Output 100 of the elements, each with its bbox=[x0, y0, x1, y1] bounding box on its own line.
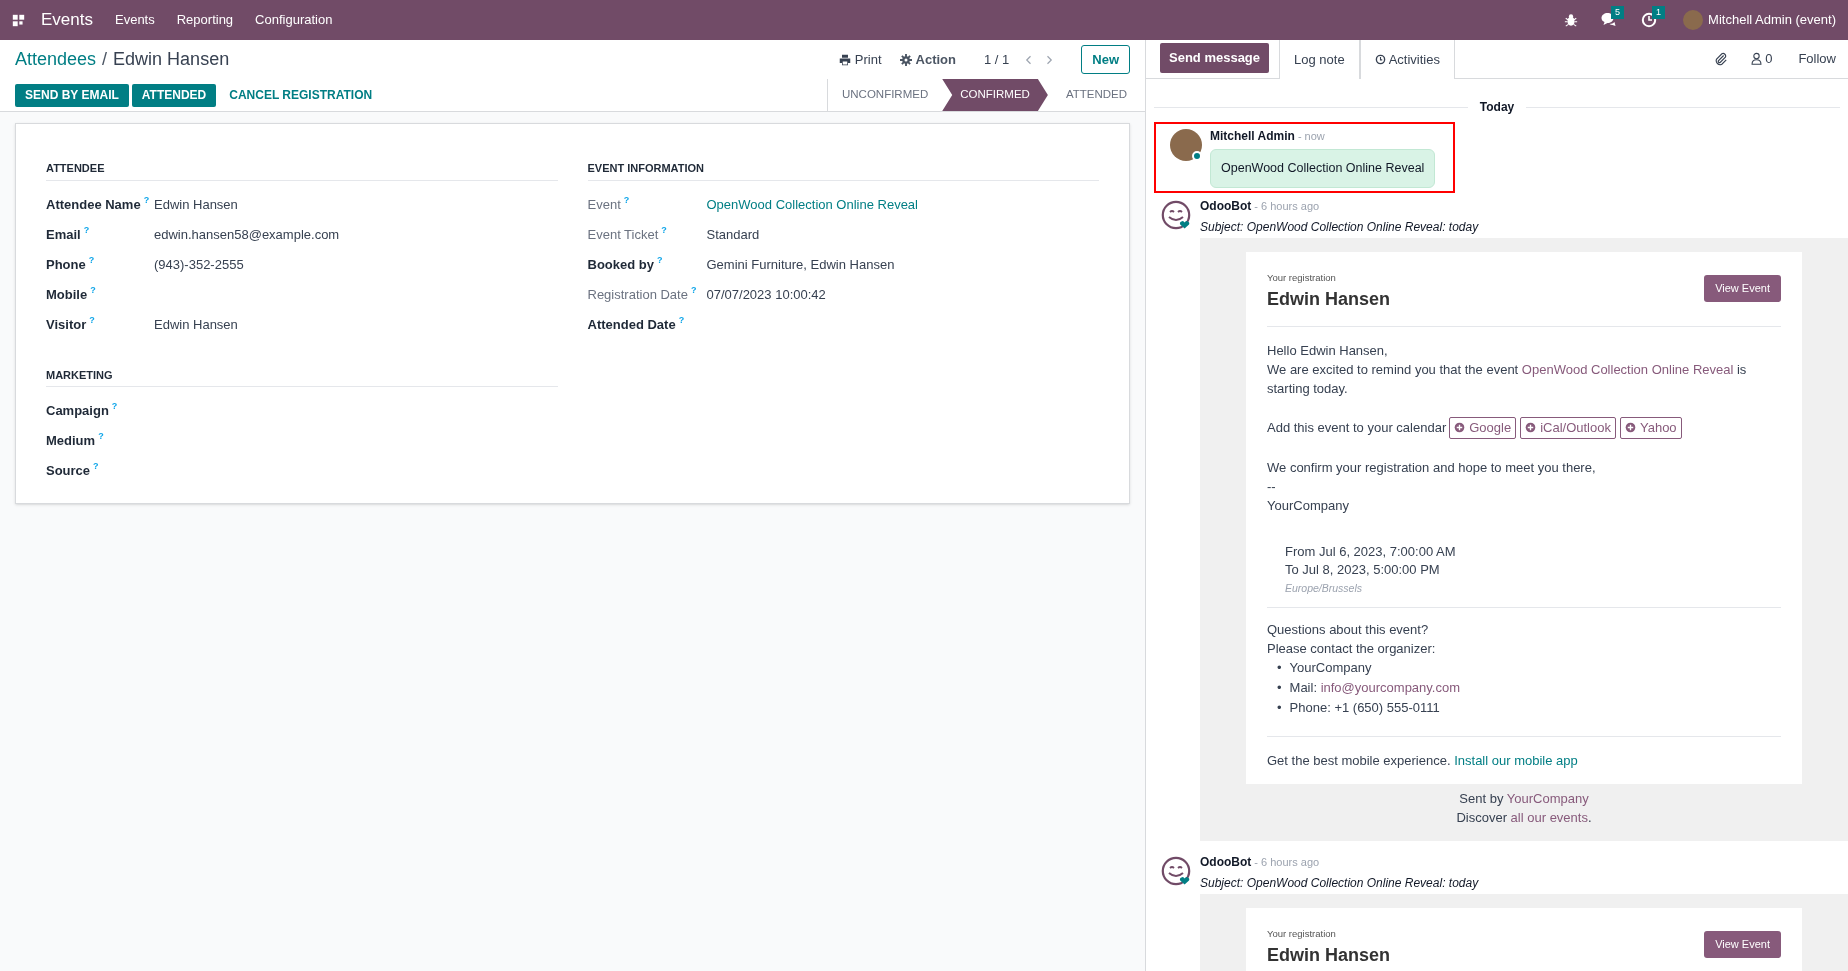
email-paragraph: We are excited to remind you that the event OpenWood Collection Online Reveal is starting today. bbox=[1267, 360, 1748, 398]
attendee-name: Edwin Hansen bbox=[1267, 943, 1392, 967]
view-event-button[interactable]: View Event bbox=[1704, 930, 1781, 958]
message-bubble: OpenWood Collection Online Reveal bbox=[1210, 149, 1436, 188]
email-text: Hello Edwin Hansen, bbox=[1267, 341, 1389, 360]
field-label: Event Ticket bbox=[587, 226, 659, 242]
email-paragraph: Get the best mobile experience. Install our mobile app bbox=[1267, 751, 1579, 770]
bullet-mark: • bbox=[1277, 658, 1282, 677]
count-badge: 1 bbox=[1652, 6, 1666, 19]
email-text: Questions about this event? bbox=[1267, 620, 1430, 639]
email-eyebrow: Your registration bbox=[1267, 927, 1337, 940]
view-event-button[interactable]: View Event bbox=[1704, 274, 1781, 302]
timezone-text: Europe/Brussels bbox=[1285, 580, 1364, 596]
menu-item[interactable]: Reporting bbox=[176, 10, 234, 30]
calendar-button[interactable]: iCal/Outlook bbox=[1520, 416, 1616, 439]
user-name[interactable]: Mitchell Admin (event) bbox=[1708, 10, 1836, 30]
chatter-tab[interactable]: Activities bbox=[1359, 40, 1455, 79]
field-link[interactable]: OpenWood Collection Online Reveal bbox=[706, 194, 918, 214]
help-tooltip[interactable]: ? bbox=[90, 284, 96, 295]
help-tooltip[interactable]: ? bbox=[93, 461, 99, 471]
field-label: Registration Date bbox=[587, 286, 688, 302]
field-label: Attendee Name bbox=[46, 196, 141, 212]
field-label: Email bbox=[46, 226, 81, 242]
email-text: To Jul 8, 2023, 5:00:00 PM bbox=[1285, 560, 1441, 579]
field-value: edwin.hansen58@example.com bbox=[154, 225, 340, 244]
help-tooltip[interactable]: ? bbox=[83, 224, 90, 235]
section-title: EVENT INFORMATION bbox=[587, 160, 1099, 181]
count-badge: 5 bbox=[1611, 6, 1625, 19]
field-value: Gemini Furniture, Edwin Hansen bbox=[706, 255, 895, 274]
email-footer-text: Discover all our events. bbox=[1456, 808, 1592, 827]
follow-button[interactable]: Follow bbox=[1798, 48, 1836, 69]
message-author[interactable]: OdooBot bbox=[1200, 196, 1252, 215]
calendar-button[interactable]: Yahoo bbox=[1619, 416, 1682, 439]
email-footer-text: Sent by YourCompany bbox=[1459, 789, 1589, 808]
field-value: Standard bbox=[706, 225, 760, 244]
new-button[interactable]: New bbox=[1081, 45, 1130, 74]
email-link[interactable]: Install our mobile app bbox=[1454, 752, 1578, 768]
email-link[interactable]: OpenWood Collection Online Reveal bbox=[1521, 361, 1734, 377]
message-time: - 6 hours ago bbox=[1254, 854, 1320, 870]
email-list-item: YourCompany bbox=[1289, 658, 1372, 677]
field-label: Mobile bbox=[46, 286, 88, 302]
breadcrumb-separator: / bbox=[102, 48, 108, 71]
field-label: Booked by bbox=[587, 256, 654, 272]
section-title: ATTENDEE bbox=[46, 160, 558, 181]
help-tooltip[interactable]: ? bbox=[656, 254, 663, 265]
menu-item[interactable]: Events bbox=[115, 10, 155, 30]
field-label: Phone bbox=[46, 256, 86, 272]
help-tooltip[interactable]: ? bbox=[690, 284, 697, 295]
followers-button[interactable]: 0 bbox=[1750, 48, 1773, 69]
message-author[interactable]: Mitchell Admin bbox=[1210, 127, 1295, 145]
message-time: - now bbox=[1297, 129, 1325, 144]
field-label: Event bbox=[587, 196, 621, 212]
breadcrumb-link[interactable]: Attendees bbox=[15, 46, 97, 73]
field-value: (943)-352-2555 bbox=[154, 255, 244, 274]
email-link[interactable]: YourCompany bbox=[1506, 790, 1589, 806]
status-stage[interactable]: CONFIRMED bbox=[942, 79, 1048, 111]
clock-icon bbox=[1374, 54, 1386, 65]
plus-circle-icon bbox=[1454, 422, 1466, 434]
bullet-mark: • bbox=[1277, 698, 1282, 717]
help-tooltip[interactable]: ? bbox=[88, 254, 95, 265]
chatter-tab[interactable]: Log note bbox=[1279, 40, 1360, 79]
email-text: YourCompany bbox=[1267, 496, 1350, 515]
menu-item[interactable]: Configuration bbox=[255, 10, 333, 30]
email-list-item: Mail: info@yourcompany.com bbox=[1289, 678, 1461, 697]
date-separator: Today bbox=[1478, 99, 1516, 116]
bullet-mark: • bbox=[1277, 678, 1282, 697]
help-tooltip[interactable]: ? bbox=[143, 194, 150, 205]
help-tooltip[interactable]: ? bbox=[661, 224, 667, 235]
smiley-bot-icon bbox=[1160, 854, 1192, 887]
bug-icon[interactable] bbox=[1564, 13, 1579, 27]
section-title: MARKETING bbox=[46, 366, 558, 387]
header-button[interactable]: ATTENDED bbox=[131, 83, 217, 107]
send-message-button[interactable]: Send message bbox=[1160, 43, 1270, 73]
email-eyebrow: Your registration bbox=[1267, 271, 1337, 284]
message-author[interactable]: OdooBot bbox=[1200, 852, 1252, 871]
email-text: -- bbox=[1267, 477, 1277, 496]
help-tooltip[interactable]: ? bbox=[89, 314, 95, 325]
email-link[interactable]: all our events bbox=[1510, 809, 1588, 825]
header-button[interactable]: SEND BY EMAIL bbox=[15, 83, 129, 107]
user-avatar bbox=[1170, 129, 1202, 161]
help-tooltip[interactable]: ? bbox=[623, 194, 630, 205]
print-button[interactable]: Print bbox=[838, 49, 882, 70]
help-tooltip[interactable]: ? bbox=[111, 401, 118, 411]
action-button[interactable]: Action bbox=[899, 49, 956, 70]
message-subject: Subject: OpenWood Collection Online Reveal: today bbox=[1200, 218, 1479, 236]
field-label: Campaign bbox=[46, 403, 109, 418]
field-label: Attended Date bbox=[587, 316, 676, 332]
calendar-button[interactable]: Google bbox=[1449, 416, 1517, 439]
smiley-bot-icon bbox=[1160, 198, 1192, 231]
clock-icon[interactable] bbox=[1641, 12, 1658, 28]
paperclip-icon[interactable] bbox=[1714, 51, 1729, 66]
help-tooltip[interactable]: ? bbox=[98, 431, 104, 441]
help-tooltip[interactable]: ? bbox=[678, 314, 685, 325]
app-name[interactable]: Events bbox=[41, 7, 93, 33]
pager-value[interactable]: 1 / 1 bbox=[983, 49, 1010, 70]
email-text: We confirm your registration and hope to meet you there, bbox=[1267, 458, 1597, 477]
app-grid-icon[interactable] bbox=[12, 13, 25, 27]
plus-circle-icon bbox=[1624, 422, 1636, 434]
email-link[interactable]: info@yourcompany.com bbox=[1320, 679, 1461, 695]
field-value: Edwin Hansen bbox=[154, 315, 238, 334]
